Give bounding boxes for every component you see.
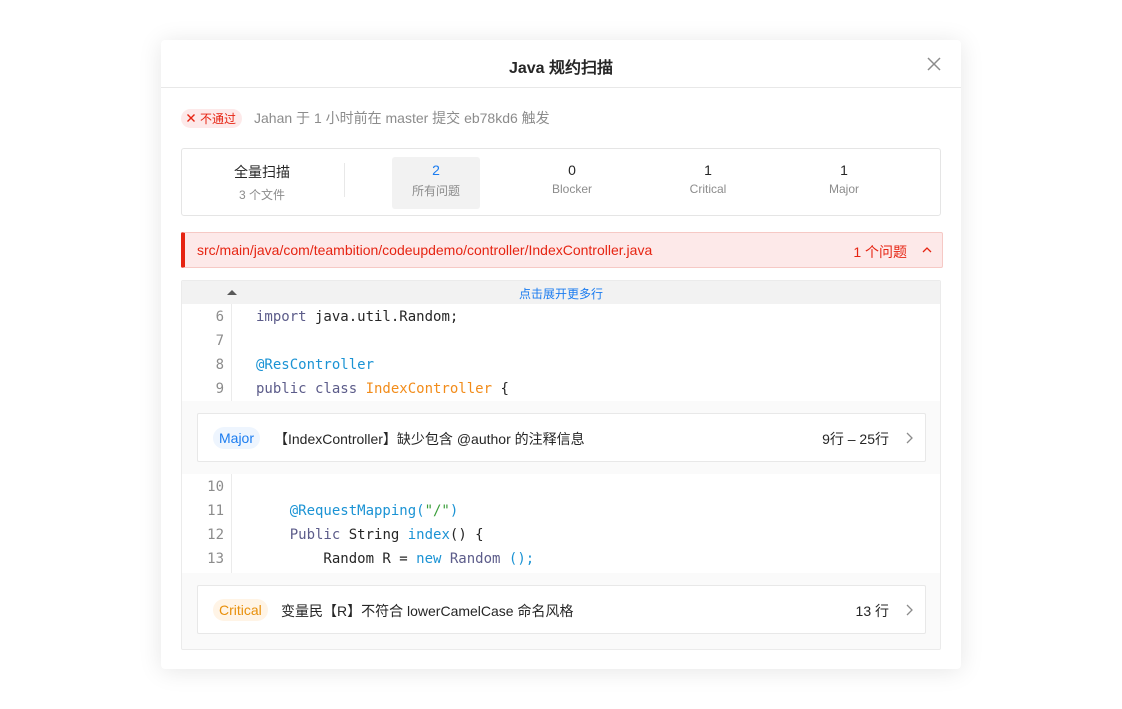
dialog-header: Java 规约扫描 (161, 40, 961, 88)
issue-lines: 9行 – 25行 (822, 431, 889, 447)
code-line: 12 Public String index() { (182, 524, 940, 548)
stat-value: 2 (432, 162, 440, 178)
stat-all-issues[interactable]: 2 所有问题 (392, 157, 480, 209)
line-number: 12 (207, 527, 224, 543)
issue-card-major[interactable]: Major 【IndexController】缺少包含 @author 的注释信… (197, 413, 926, 462)
stat-value: 0 (568, 162, 576, 178)
close-icon (187, 114, 195, 122)
code-block-1: 6 import java.util.Random; 7 8 @ResControlle… (182, 304, 940, 401)
chevron-right-icon (906, 432, 913, 444)
issue-lines: 13 行 (855, 603, 889, 619)
expand-more-lines[interactable]: 点击展开更多行 (182, 285, 940, 302)
stat-label: Blocker (551, 182, 592, 196)
code-line: 9 public class IndexController { (182, 378, 940, 402)
trigger-info: Jahan 于 1 小时前在 master 提交 eb78kd6 触发 (254, 110, 550, 126)
close-icon (927, 57, 941, 71)
status-badge: 不通过 (181, 108, 243, 128)
stat-value: 1 (704, 162, 712, 178)
close-button[interactable] (925, 55, 943, 73)
file-issue-count: 1 个问题 (853, 244, 907, 260)
chevron-right-icon (906, 604, 913, 616)
stats-divider (344, 163, 345, 197)
stat-scan-label: 全量扫描 (234, 164, 290, 180)
stat-label: Critical (689, 182, 727, 196)
code-line: 8 @ResController (182, 354, 940, 378)
line-number: 13 (207, 551, 224, 567)
code-text: Random R = new Random (); (256, 551, 535, 567)
issue-strip: Critical 变量民【R】不符合 lowerCamelCase 命名风格 1… (182, 573, 940, 649)
issue-strip: Major 【IndexController】缺少包含 @author 的注释信… (182, 401, 940, 474)
scan-dialog: Java 规约扫描 不通过 Jahan 于 1 小时前在 master 提交 e… (161, 40, 961, 669)
file-path: src/main/java/com/teambition/codeupdemo/… (197, 242, 653, 258)
severity-badge: Major (213, 427, 261, 449)
file-header[interactable]: src/main/java/com/teambition/codeupdemo/… (181, 232, 943, 268)
stat-full-scan: 全量扫描 3 个文件 (218, 157, 306, 209)
status-row: 不通过 Jahan 于 1 小时前在 master 提交 eb78kd6 触发 (181, 108, 550, 128)
code-line: 7 (182, 330, 940, 354)
stat-label: Major (828, 182, 859, 196)
line-number: 9 (215, 381, 224, 397)
dialog-title: Java 规约扫描 (508, 60, 614, 77)
issue-card-critical[interactable]: Critical 变量民【R】不符合 lowerCamelCase 命名风格 1… (197, 585, 926, 634)
code-line: 6 import java.util.Random; (182, 306, 940, 330)
code-panel: 点击展开更多行 6 import java.util.Random; 7 8 @ResC… (181, 280, 941, 650)
code-text: public class IndexController { (256, 381, 509, 397)
code-line: 11 @RequestMapping("/") (182, 500, 940, 524)
line-number: 11 (207, 503, 224, 519)
line-number: 7 (215, 333, 224, 349)
status-badge-label: 不通过 (200, 111, 237, 126)
code-text: @RequestMapping("/") (289, 503, 459, 519)
code-line: 10 (182, 476, 940, 500)
stat-blocker[interactable]: 0 Blocker (528, 157, 616, 209)
code-line: 13 Random R = new Random (); (182, 548, 940, 572)
line-number: 10 (207, 479, 224, 495)
code-text: import java.util.Random; (256, 309, 459, 325)
code-text: @ResController (256, 357, 375, 373)
issue-message: 【IndexController】缺少包含 @author 的注释信息 (274, 431, 585, 447)
expand-bar[interactable]: 点击展开更多行 (182, 281, 940, 304)
chevron-up-icon (922, 247, 932, 253)
stat-label: 所有问题 (411, 184, 460, 198)
code-block-2: 10 11 @RequestMapping("/") 12 Public Strin… (182, 474, 940, 573)
stat-critical[interactable]: 1 Critical (664, 157, 752, 209)
stat-scan-files: 3 个文件 (238, 188, 285, 202)
stat-value: 1 (840, 162, 848, 178)
severity-badge: Critical (213, 599, 268, 621)
stat-major[interactable]: 1 Major (800, 157, 888, 209)
issue-message: 变量民【R】不符合 lowerCamelCase 命名风格 (281, 603, 574, 619)
line-number: 8 (215, 357, 224, 373)
stats-panel: 全量扫描 3 个文件 2 所有问题 0 Blocker 1 Critical 1… (181, 148, 941, 216)
line-number: 6 (215, 309, 224, 325)
code-text: Public String index() { (289, 527, 484, 543)
